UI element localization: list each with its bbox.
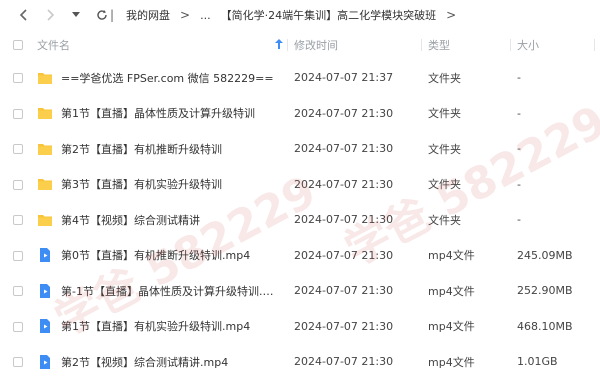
arrow-up-icon[interactable] (275, 38, 283, 52)
file-size: - (517, 142, 521, 156)
video-file-icon (40, 248, 50, 263)
back-button[interactable] (16, 7, 32, 23)
file-type: mp4文件 (428, 320, 475, 334)
column-divider (287, 39, 288, 51)
row-checkbox[interactable] (13, 215, 23, 225)
top-bar: | 我的网盘 > ... 【简化学·24端午集训】高二化学模块突破班 > (0, 0, 600, 30)
column-header-type[interactable]: 类型 (428, 37, 513, 53)
file-size: 1.01GB (517, 355, 558, 369)
history-dropdown-button[interactable] (68, 7, 84, 23)
column-header-time[interactable]: 修改时间 (294, 37, 424, 53)
file-name[interactable]: 第-1节【直播】晶体性质及计算升级特训.m... (61, 283, 281, 299)
column-header-name[interactable]: 文件名 (37, 37, 287, 53)
file-name[interactable]: ==学爸优选 FPSer.com 微信 582229== (61, 70, 274, 86)
file-type: 文件夹 (428, 178, 461, 192)
file-list: ==学爸优选 FPSer.com 微信 582229== 2024-07-07 … (0, 60, 600, 380)
file-name[interactable]: 第1节【直播】有机实验升级特训.mp4 (61, 318, 250, 334)
file-size: - (517, 71, 521, 85)
file-type: 文件夹 (428, 142, 461, 156)
file-name[interactable]: 第3节【直播】有机实验升级特训 (61, 176, 222, 192)
file-row[interactable]: 第1节【直播】晶体性质及计算升级特训 2024-07-07 21:30 文件夹 … (0, 96, 600, 132)
file-row[interactable]: 第2节【视频】综合测试精讲.mp4 2024-07-07 21:30 mp4文件… (0, 344, 600, 380)
file-row[interactable]: 第0节【直播】有机推断升级特训.mp4 2024-07-07 21:30 mp4… (0, 238, 600, 274)
forward-button[interactable] (42, 7, 58, 23)
file-size: 245.09MB (517, 248, 573, 262)
column-divider (421, 39, 422, 51)
file-modified-time: 2024-07-07 21:30 (294, 319, 394, 333)
file-type: mp4文件 (428, 284, 475, 298)
select-all-checkbox[interactable] (13, 40, 23, 50)
row-checkbox[interactable] (13, 108, 23, 119)
breadcrumb-ellipsis[interactable]: ... (200, 9, 211, 22)
file-modified-time: 2024-07-07 21:30 (294, 106, 394, 120)
file-size: - (517, 213, 521, 227)
column-divider (510, 39, 511, 51)
file-name[interactable]: 第4节【视频】综合测试精讲 (61, 212, 200, 228)
breadcrumb-current: 【简化学·24端午集训】高二化学模块突破班 (220, 9, 437, 22)
file-row[interactable]: 第1节【直播】有机实验升级特训.mp4 2024-07-07 21:30 mp4… (0, 309, 600, 345)
file-modified-time: 2024-07-07 21:30 (294, 213, 394, 227)
row-checkbox[interactable] (13, 250, 23, 261)
breadcrumb: 我的网盘 > ... 【简化学·24端午集训】高二化学模块突破班 > (126, 7, 456, 23)
video-file-icon (40, 319, 50, 334)
nav-controls (0, 7, 110, 23)
refresh-icon (97, 10, 107, 20)
file-row[interactable]: ==学爸优选 FPSer.com 微信 582229== 2024-07-07 … (0, 60, 600, 96)
file-modified-time: 2024-07-07 21:30 (294, 284, 394, 298)
folder-icon (38, 72, 52, 84)
file-modified-time: 2024-07-07 21:30 (294, 248, 394, 262)
video-file-icon (40, 354, 50, 369)
file-name[interactable]: 第2节【直播】有机推断升级特训 (61, 141, 222, 157)
file-row[interactable]: 第3节【直播】有机实验升级特训 2024-07-07 21:30 文件夹 - (0, 167, 600, 203)
chevron-left-icon (19, 9, 27, 21)
file-modified-time: 2024-07-07 21:37 (294, 71, 394, 85)
file-name[interactable]: 第2节【视频】综合测试精讲.mp4 (61, 354, 228, 370)
file-type: mp4文件 (428, 249, 475, 263)
caret-down-icon (72, 12, 80, 17)
file-size: - (517, 177, 521, 191)
column-header-size[interactable]: 大小 (517, 37, 597, 53)
file-modified-time: 2024-07-07 21:30 (294, 177, 394, 191)
row-checkbox[interactable] (13, 286, 23, 296)
file-name[interactable]: 第1节【直播】晶体性质及计算升级特训 (61, 105, 255, 121)
column-divider (594, 39, 595, 51)
file-name[interactable]: 第0节【直播】有机推断升级特训.mp4 (61, 247, 250, 263)
row-checkbox[interactable] (13, 144, 23, 154)
file-modified-time: 2024-07-07 21:30 (294, 355, 394, 369)
file-size: 468.10MB (517, 319, 573, 333)
folder-icon (38, 108, 52, 120)
refresh-button[interactable] (94, 7, 110, 23)
breadcrumb-root[interactable]: 我的网盘 (126, 7, 170, 23)
chevron-right-icon (47, 9, 55, 21)
row-checkbox[interactable] (13, 357, 23, 367)
folder-icon (38, 179, 52, 191)
file-size: - (517, 106, 521, 120)
folder-icon (38, 143, 52, 155)
file-type: mp4文件 (428, 355, 475, 369)
file-size: 252.90MB (517, 284, 573, 298)
folder-icon (38, 214, 52, 226)
file-type: 文件夹 (428, 71, 461, 85)
file-type: 文件夹 (428, 107, 461, 121)
breadcrumb-trailing-separator[interactable]: > (446, 8, 456, 22)
row-checkbox[interactable] (13, 73, 23, 83)
video-file-icon (40, 283, 50, 298)
file-row[interactable]: 第-1节【直播】晶体性质及计算升级特训.m... 2024-07-07 21:3… (0, 273, 600, 309)
file-type: 文件夹 (428, 213, 461, 227)
row-checkbox[interactable] (13, 321, 23, 332)
breadcrumb-separator: > (180, 8, 191, 22)
file-row[interactable]: 第2节【直播】有机推断升级特训 2024-07-07 21:30 文件夹 - (0, 131, 600, 167)
row-checkbox[interactable] (13, 179, 23, 190)
file-row[interactable]: 第4节【视频】综合测试精讲 2024-07-07 21:30 文件夹 - (0, 202, 600, 238)
nav-separator: | (110, 8, 115, 22)
file-modified-time: 2024-07-07 21:30 (294, 142, 394, 156)
file-list-header: 文件名 修改时间 类型 大小 (0, 30, 600, 60)
